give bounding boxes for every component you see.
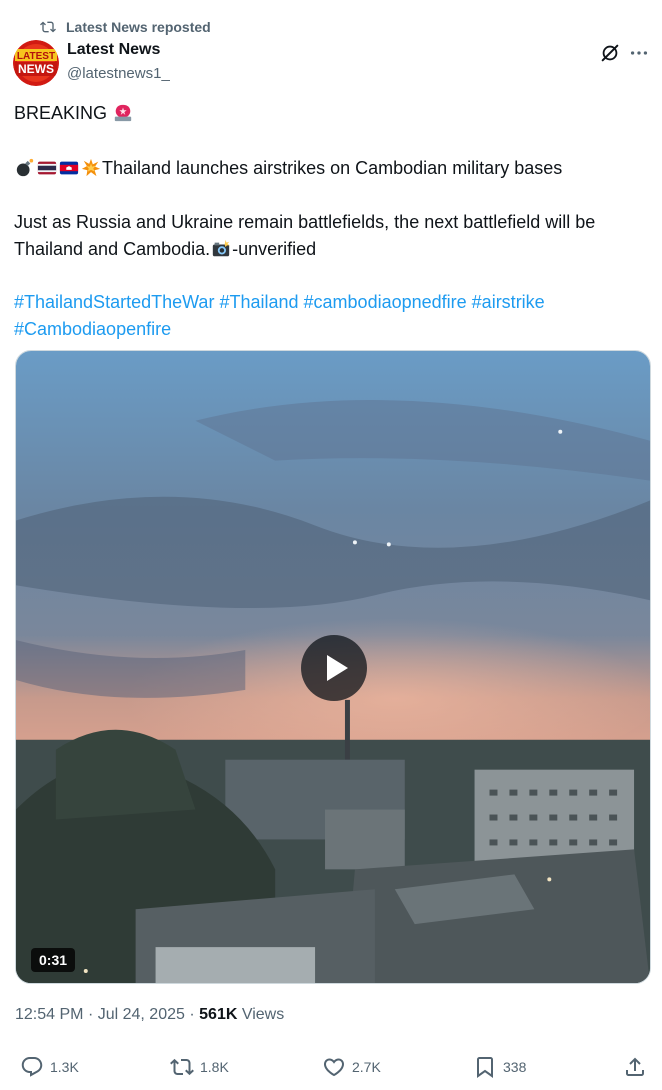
views-count: 561K	[199, 1006, 238, 1023]
reply-button[interactable]: 1.3K	[20, 1054, 79, 1080]
like-icon	[323, 1058, 345, 1077]
meta-separator: ·	[87, 1006, 94, 1023]
unverified-text: -unverified	[232, 239, 317, 259]
avatar-text-top: LATEST	[17, 51, 55, 62]
repost-icon	[40, 21, 56, 33]
post-line-breaking: BREAKING	[14, 100, 644, 127]
play-button[interactable]	[301, 635, 367, 701]
grok-icon	[601, 44, 619, 62]
siren-emoji	[114, 104, 132, 122]
hashtag-link[interactable]: #cambodiaopnedfire	[304, 292, 467, 312]
more-icon	[630, 51, 648, 55]
reply-icon	[21, 1057, 43, 1077]
avatar[interactable]: LATEST NEWS	[13, 40, 59, 86]
author-handle[interactable]: @latestnews1_	[67, 65, 170, 82]
grok-button[interactable]	[599, 42, 621, 64]
repost-button[interactable]: 1.8K	[170, 1054, 229, 1080]
share-icon	[626, 1057, 644, 1076]
like-count: 2.7K	[352, 1059, 381, 1075]
post-line-body: Just as Russia and Ukraine remain battle…	[14, 209, 644, 263]
avatar-text-bottom: NEWS	[18, 62, 54, 76]
hashtag-link[interactable]: #airstrike	[472, 292, 545, 312]
like-button[interactable]: 2.7K	[322, 1054, 381, 1080]
meta-separator: ·	[189, 1006, 195, 1023]
camera-flash-emoji	[212, 239, 231, 257]
post-date[interactable]: Jul 24, 2025	[98, 1006, 185, 1023]
breaking-text: BREAKING	[14, 103, 108, 123]
hashtag-link[interactable]: #ThailandStartedTheWar	[14, 292, 214, 312]
video-duration-badge: 0:31	[31, 948, 76, 972]
play-icon	[327, 655, 348, 681]
bomb-emoji	[16, 158, 34, 177]
repost-indicator[interactable]: Latest News reposted	[40, 18, 211, 36]
thai-flag-emoji	[37, 161, 57, 175]
explosion-emoji	[81, 158, 101, 177]
bookmark-count: 338	[503, 1059, 527, 1075]
repost-count: 1.8K	[200, 1059, 229, 1075]
author-name[interactable]: Latest News	[67, 41, 160, 59]
hashtag-link[interactable]: #Thailand	[219, 292, 298, 312]
repost-icon	[170, 1058, 194, 1076]
headline-text: Thailand launches airstrikes on Cambodia…	[102, 158, 563, 178]
cambodia-flag-emoji	[59, 161, 79, 175]
hashtag-link[interactable]: #Cambodiaopenfire	[14, 319, 171, 339]
views-label: Views	[241, 1006, 285, 1023]
share-button[interactable]	[623, 1054, 647, 1080]
bookmark-icon	[477, 1057, 493, 1078]
post-time[interactable]: 12:54 PM	[15, 1006, 83, 1023]
more-button[interactable]	[628, 42, 650, 64]
bookmark-button[interactable]: 338	[473, 1054, 526, 1080]
repost-label: Latest News reposted	[66, 19, 211, 35]
post-line-headline: Thailand launches airstrikes on Cambodia…	[14, 155, 644, 182]
hashtag-list: #ThailandStartedTheWar #Thailand #cambod…	[14, 289, 644, 343]
video-player[interactable]: 0:31	[15, 350, 651, 984]
post-meta: 12:54 PM · Jul 24, 2025 · 561K Views	[15, 1006, 284, 1024]
reply-count: 1.3K	[50, 1059, 79, 1075]
